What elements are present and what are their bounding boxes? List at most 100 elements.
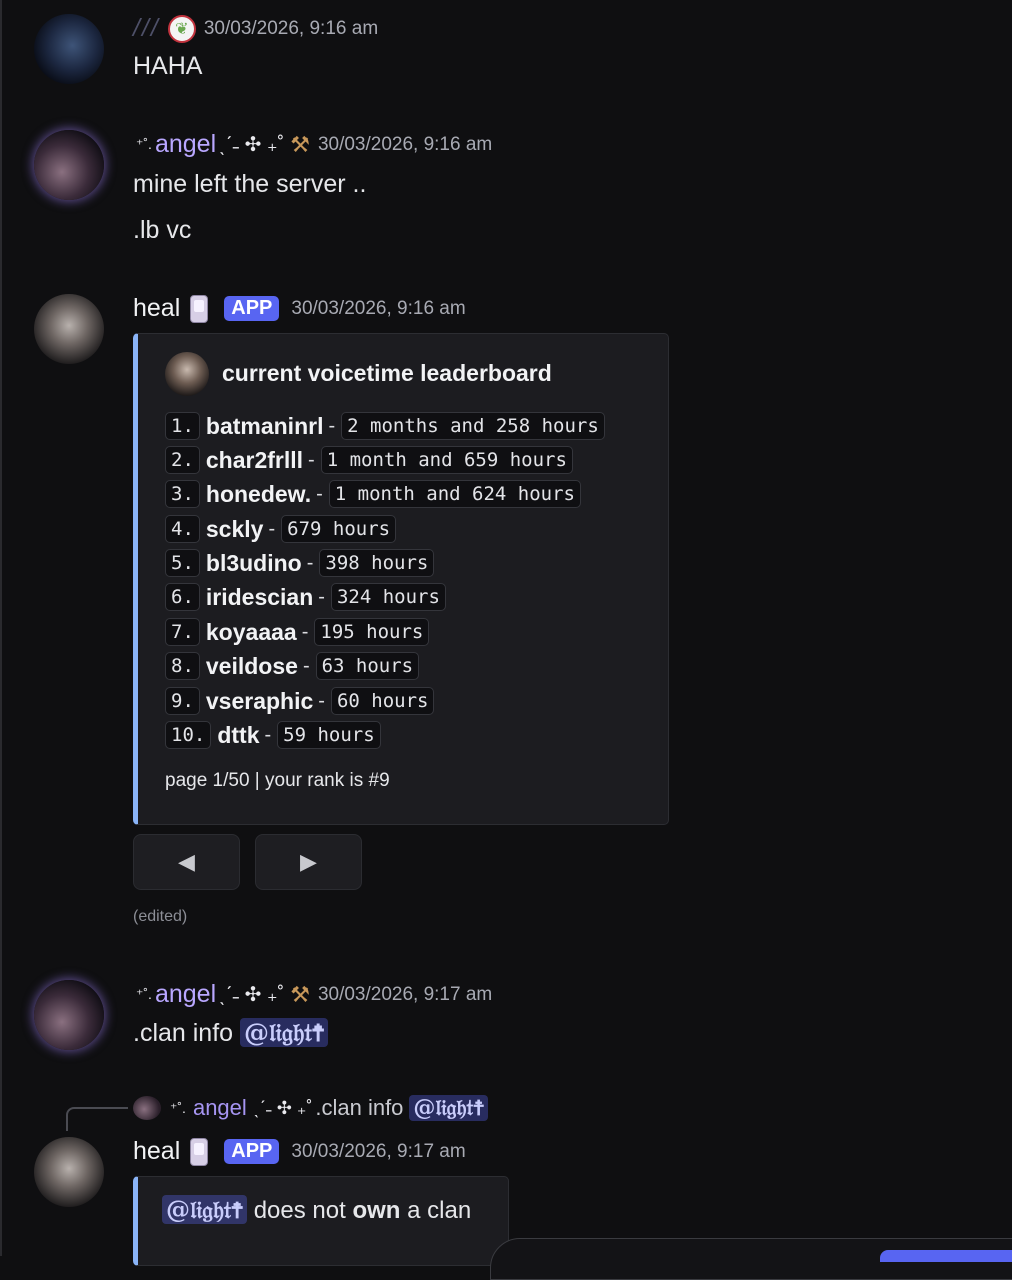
- username[interactable]: angel: [155, 130, 216, 159]
- member-name: koyaaaa: [205, 618, 297, 645]
- name-prefix: ⁺˚.: [136, 136, 152, 152]
- leaderboard-row: 9. vseraphic - 60 hours: [165, 687, 435, 715]
- voice-time: 1 month and 624 hours: [328, 480, 581, 508]
- username[interactable]: heal: [133, 1137, 180, 1166]
- avatar[interactable]: [34, 130, 104, 200]
- leaderboard-row: 4. sckly - 679 hours: [165, 515, 397, 543]
- rank: 9.: [165, 687, 200, 715]
- name-prefix: ⁺˚.: [136, 986, 152, 1002]
- rank: 6.: [165, 583, 200, 611]
- reply-connector: [66, 1107, 128, 1131]
- avatar[interactable]: [34, 294, 104, 364]
- rank: 4.: [165, 515, 200, 543]
- separator: -: [318, 585, 325, 608]
- leaderboard-row: 10. dttk - 59 hours: [165, 721, 381, 749]
- previous-page-button[interactable]: ◀: [133, 834, 240, 890]
- app-badge: APP: [224, 296, 280, 321]
- message-header: heal APP 30/03/2026, 9:17 am: [133, 1137, 466, 1166]
- separator: -: [306, 551, 314, 574]
- rank: 5.: [165, 549, 200, 577]
- left-border: [0, 0, 2, 1256]
- username[interactable]: angel: [155, 980, 216, 1009]
- message-header: heal APP 30/03/2026, 9:16 am: [133, 294, 466, 323]
- leaderboard-row: 5. bl3udino - 398 hours: [165, 549, 435, 577]
- separator: -: [302, 654, 310, 677]
- user-mention[interactable]: @𝔩𝔦𝔤𝔥𝔱☨: [240, 1018, 329, 1047]
- text-bold: own: [352, 1197, 401, 1224]
- leaderboard-embed: current voicetime leaderboard 1. batmani…: [133, 333, 669, 825]
- voice-time: 2 months and 258 hours: [341, 412, 605, 440]
- member-name: char2frlll: [205, 446, 304, 473]
- rank: 7.: [165, 618, 200, 646]
- name-prefix: ⁺˚.: [170, 1099, 186, 1116]
- separator: -: [264, 723, 272, 746]
- next-page-button[interactable]: ▶: [255, 834, 362, 890]
- member-name: dttk: [217, 721, 260, 748]
- message-header: ⁺˚. angel ˎˊ˗ ✣ ₊˚ ⚒ 30/03/2026, 9:17 am: [133, 980, 492, 1009]
- message-text: .clan info @𝔩𝔦𝔤𝔥𝔱☨: [133, 1018, 329, 1048]
- separator: -: [316, 482, 323, 505]
- name-suffix: ˎˊ˗ ✣ ₊˚: [253, 1097, 313, 1118]
- leaderboard-row: 8. veildose - 63 hours: [165, 652, 420, 680]
- leaderboard-row: 7. koyaaaa - 195 hours: [165, 618, 430, 646]
- avatar[interactable]: [34, 980, 104, 1050]
- voice-time: 59 hours: [277, 721, 381, 749]
- reply-preview[interactable]: ⁺˚. angel ˎˊ˗ ✣ ₊˚ .clan info @𝔩𝔦𝔤𝔥𝔱☨: [133, 1095, 489, 1121]
- rank: 10.: [165, 721, 212, 749]
- text-before: does not: [253, 1197, 346, 1224]
- member-name: batmaninrl: [205, 412, 324, 439]
- avatar[interactable]: [34, 1137, 104, 1207]
- leaderboard-row: 3. honedew. - 1 month and 624 hours: [165, 480, 581, 508]
- separator: -: [308, 448, 315, 471]
- app-badge: APP: [224, 1139, 280, 1164]
- member-name: vseraphic: [205, 687, 314, 714]
- username[interactable]: heal: [133, 294, 180, 323]
- separator: -: [301, 620, 309, 643]
- rank: 3.: [165, 480, 200, 508]
- name-suffix: ˎˊ˗ ✣ ₊˚: [219, 134, 285, 156]
- leaderboard-row: 2. char2frlll - 1 month and 659 hours: [165, 446, 573, 474]
- reply-text: .clan info: [315, 1095, 404, 1120]
- avatar[interactable]: [34, 14, 104, 84]
- member-name: sckly: [205, 515, 264, 542]
- hammer-icon: ⚒: [290, 131, 310, 157]
- embed-title: current voicetime leaderboard: [222, 360, 552, 386]
- timestamp: 30/03/2026, 9:16 am: [317, 133, 493, 155]
- embed-footer: page 1/50 | your rank is #9: [165, 770, 390, 791]
- message-text: mine left the server ..: [133, 170, 367, 198]
- name-suffix: ˎˊ˗ ✣ ₊˚: [219, 984, 285, 1006]
- message-text: HAHA: [133, 52, 203, 80]
- arrow-right-icon: ▶: [300, 849, 317, 874]
- timestamp: 30/03/2026, 9:16 am: [203, 17, 379, 39]
- embed-description: @𝔩𝔦𝔤𝔥𝔱☨ does not own a clan: [162, 1195, 471, 1225]
- rank: 1.: [165, 412, 200, 440]
- reply-username[interactable]: angel: [193, 1095, 247, 1121]
- leaderboard-row: 1. batmaninrl - 2 months and 258 hours: [165, 412, 605, 440]
- clan-info-embed: @𝔩𝔦𝔤𝔥𝔱☨ does not own a clan: [133, 1176, 509, 1266]
- reply-avatar: [133, 1096, 161, 1120]
- text-after: a clan: [407, 1197, 472, 1224]
- timestamp: 30/03/2026, 9:17 am: [291, 1140, 466, 1162]
- voice-time: 63 hours: [315, 652, 420, 680]
- command-text: .clan info: [133, 1019, 234, 1047]
- voice-time: 1 month and 659 hours: [320, 446, 573, 474]
- rank: 2.: [165, 446, 200, 474]
- timestamp: 30/03/2026, 9:16 am: [291, 297, 466, 319]
- leaf-icon: ❦: [167, 14, 196, 43]
- embed-author-avatar: [165, 352, 209, 396]
- message-text: .lb vc: [133, 216, 192, 244]
- action-button-edge[interactable]: [880, 1250, 1012, 1262]
- separator: -: [318, 689, 325, 712]
- voice-time: 195 hours: [314, 618, 430, 646]
- voice-time: 60 hours: [330, 687, 435, 715]
- arrow-left-icon: ◀: [178, 849, 195, 874]
- username[interactable]: ///: [133, 14, 160, 43]
- voice-time: 324 hours: [330, 583, 446, 611]
- timestamp: 30/03/2026, 9:17 am: [317, 983, 493, 1005]
- user-mention[interactable]: @𝔩𝔦𝔤𝔥𝔱☨: [162, 1195, 248, 1224]
- message-header: ⁺˚. angel ˎˊ˗ ✣ ₊˚ ⚒ 30/03/2026, 9:16 am: [133, 130, 492, 159]
- member-name: iridescian: [205, 583, 314, 610]
- hammer-icon: ⚒: [290, 981, 310, 1007]
- separator: -: [268, 517, 276, 540]
- reply-mention[interactable]: @𝔩𝔦𝔤𝔥𝔱☨: [409, 1095, 489, 1121]
